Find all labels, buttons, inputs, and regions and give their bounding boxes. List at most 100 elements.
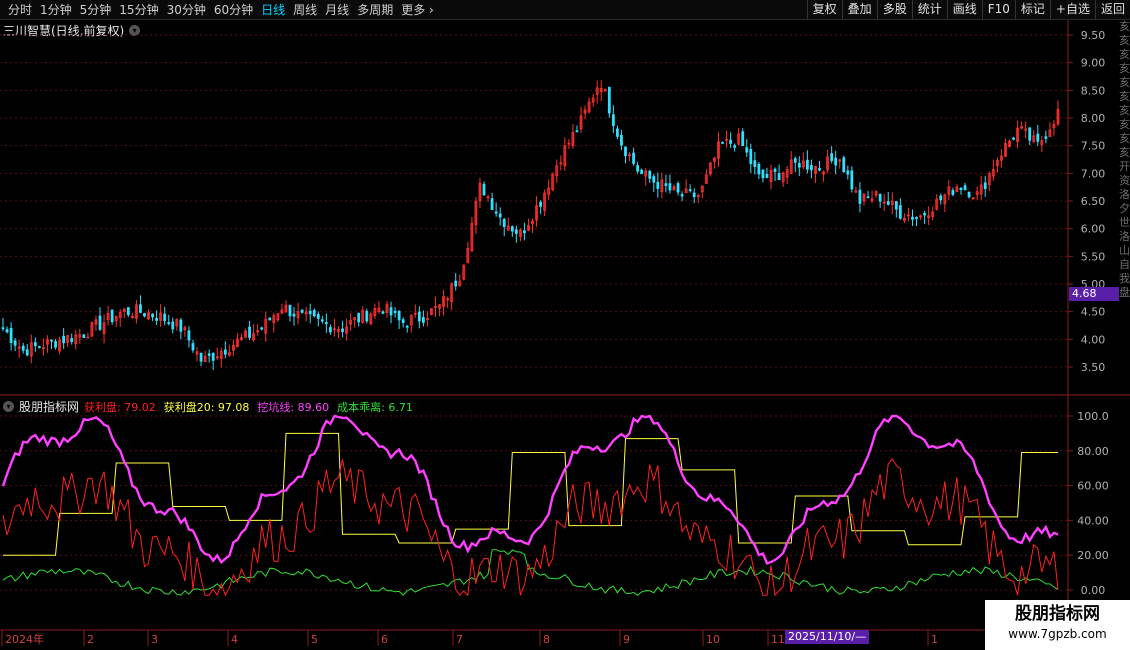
price-tick-label: 6.00 (1081, 223, 1106, 236)
candle-body (329, 327, 332, 333)
candle-body (25, 349, 29, 356)
candle-body (523, 230, 526, 234)
indicator-tick-label: 100.0 (1077, 410, 1109, 423)
candle-body (207, 353, 211, 356)
candle-body (842, 157, 846, 173)
candle-body (632, 152, 635, 164)
strip-char: 山 (1119, 244, 1130, 257)
candle-body (915, 217, 918, 219)
candle-body (878, 193, 882, 202)
candle-body (636, 165, 640, 172)
indicator-series (1, 414, 1059, 597)
price-tick-label: 4.00 (1081, 333, 1106, 346)
indicator-tick-label: 80.00 (1077, 445, 1109, 458)
candle-body (939, 195, 943, 201)
candle-body (211, 352, 215, 361)
candle-body (365, 310, 369, 322)
strip-char: 夕 (1119, 202, 1130, 215)
candle-body (850, 170, 854, 190)
candle-body (292, 313, 296, 317)
candle-body (341, 328, 344, 332)
candle-body (155, 318, 159, 321)
candle-body (959, 187, 963, 191)
candle-body (898, 205, 902, 219)
indicator-tick-label: 0.00 (1081, 584, 1106, 597)
candle-body (866, 196, 870, 199)
price-tick-label: 4.50 (1081, 306, 1106, 319)
candle-body (911, 216, 914, 220)
candle-body (793, 158, 797, 163)
time-label: 10 (706, 633, 720, 646)
time-label: 2024年 (5, 632, 44, 646)
candle-body (692, 192, 696, 198)
strip-char: 亥 (1119, 48, 1130, 61)
candle-body (179, 319, 183, 332)
candle-body (421, 317, 425, 323)
price-tick-label: 7.50 (1081, 140, 1106, 153)
time-label: 7 (456, 633, 463, 646)
price-tick-label: 5.50 (1081, 250, 1106, 263)
candle-body (82, 334, 86, 339)
candle-body (858, 189, 862, 204)
price-tick-label: 3.50 (1081, 361, 1106, 374)
candle-body (963, 185, 967, 190)
strip-char: 亥 (1119, 118, 1130, 131)
candle-body (223, 349, 227, 355)
time-label: 2 (87, 633, 94, 646)
candle-body (268, 317, 272, 321)
strip-char: 亥 (1119, 104, 1130, 117)
candle-body (923, 213, 927, 216)
candle-body (818, 168, 821, 171)
strip-char: 亥 (1119, 62, 1130, 75)
strip-char: 洛 (1119, 188, 1130, 201)
candle-body (761, 169, 765, 179)
candlestick-series (1, 80, 1060, 370)
candle-body (741, 131, 745, 147)
strip-char: 我 (1119, 272, 1130, 285)
candle-body (729, 139, 732, 144)
chart-canvas[interactable]: 9.509.008.508.007.507.006.506.005.505.00… (0, 0, 1130, 650)
strip-char: 亥 (1119, 90, 1130, 103)
candle-body (664, 183, 668, 186)
candle-body (126, 307, 130, 316)
candle-body (167, 322, 171, 325)
candle-body (620, 134, 623, 146)
price-tick-label: 9.50 (1081, 29, 1106, 42)
candle-body (805, 159, 809, 170)
candle-body (401, 319, 405, 323)
candle-body (514, 229, 518, 234)
price-tick-label: 9.00 (1081, 57, 1106, 70)
candle-body (9, 328, 13, 343)
candle-body (797, 162, 801, 168)
strip-char: 亥 (1119, 132, 1130, 145)
candle-body (389, 307, 393, 316)
candle-body (300, 309, 304, 313)
candle-body (454, 280, 458, 287)
candle-body (62, 335, 66, 344)
candle-body (320, 319, 324, 322)
candle-body (502, 218, 506, 228)
candle-body (308, 310, 312, 315)
indicator-tick-label: 60.00 (1077, 480, 1109, 493)
candle-body (539, 201, 543, 207)
candle-body (494, 211, 498, 214)
candle-body (482, 183, 486, 196)
candle-body (575, 130, 579, 133)
candle-body (13, 340, 17, 346)
series-line-huolipan (2, 458, 1059, 597)
candle-body (417, 311, 421, 322)
candle-body (405, 325, 409, 328)
candle-body (830, 153, 834, 162)
watermark-title: 股朋指标网 (1015, 604, 1100, 624)
candle-body (753, 160, 757, 167)
strip-char: 资 (1119, 174, 1130, 187)
candle-body (668, 183, 672, 191)
watermark: 股朋指标网 www.7gpzb.com (985, 600, 1130, 650)
candle-body (498, 213, 502, 218)
watermark-url: www.7gpzb.com (1008, 627, 1107, 641)
strip-char: 自 (1119, 258, 1130, 271)
candle-body (312, 310, 316, 317)
candle-body (316, 313, 320, 319)
time-label: 5 (311, 633, 318, 646)
candle-body (951, 190, 955, 195)
